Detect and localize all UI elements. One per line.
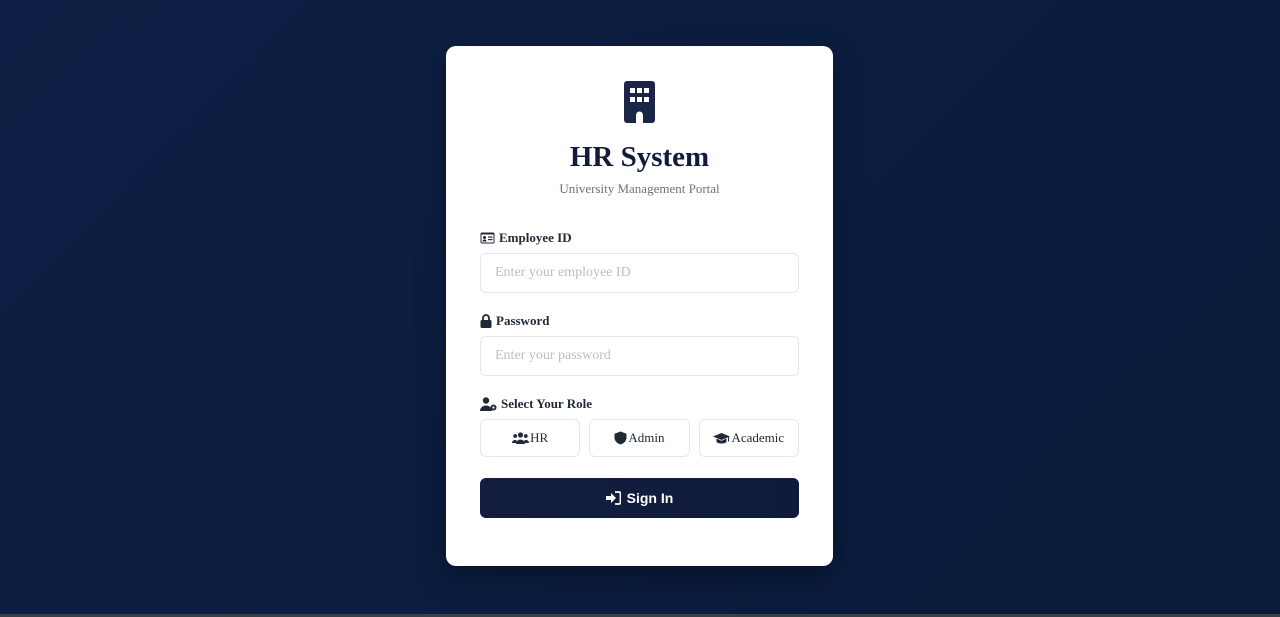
lock-icon (480, 314, 492, 328)
shield-icon (614, 431, 627, 445)
password-input[interactable] (480, 336, 799, 376)
sign-in-button[interactable]: Sign In (480, 478, 799, 518)
building-icon (624, 81, 655, 123)
password-label-text: Password (496, 313, 550, 328)
employee-id-input[interactable] (480, 253, 799, 293)
employee-id-label: Employee ID (480, 230, 572, 246)
users-icon (512, 432, 530, 444)
password-label: Password (480, 313, 549, 329)
graduation-cap-icon (713, 432, 731, 443)
role-label-text: Select Your Role (501, 396, 592, 411)
app-title: HR System (569, 141, 710, 173)
role-label: Select Your Role (480, 396, 592, 412)
id-card-icon (480, 232, 495, 244)
role-button-hr[interactable]: HR (480, 419, 581, 457)
sign-in-label: Sign In (626, 490, 674, 506)
role-selector: HR Admin Academic (480, 419, 799, 457)
role-button-admin-label: Admin (628, 430, 665, 445)
role-button-academic[interactable]: Academic (698, 419, 799, 457)
app-subtitle: University Management Portal (559, 181, 720, 196)
login-card: HR System University Management Portal E… (446, 46, 833, 566)
employee-id-label-text: Employee ID (499, 230, 572, 245)
sign-in-icon (605, 491, 621, 505)
user-gear-icon (480, 397, 497, 411)
role-button-admin[interactable]: Admin (589, 419, 690, 457)
role-button-academic-label: Academic (731, 430, 785, 445)
role-button-hr-label: HR (530, 430, 549, 445)
